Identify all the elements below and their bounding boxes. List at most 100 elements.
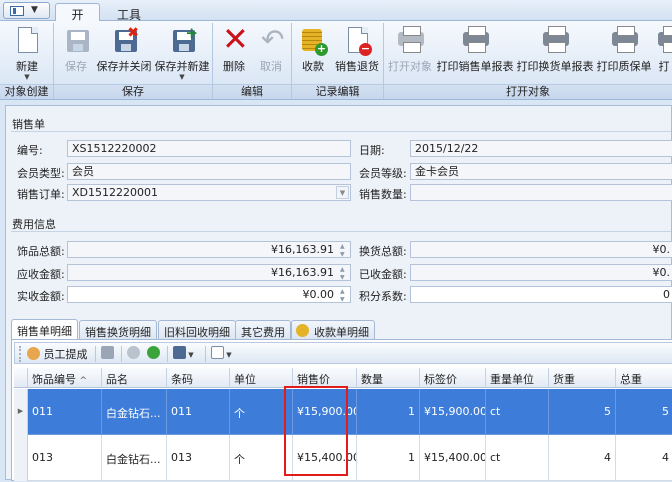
column-header-tag-price[interactable]: 标签价 — [420, 368, 486, 388]
exchange-total-field[interactable]: ¥0. — [410, 241, 672, 258]
tab-home[interactable]: 开始 — [55, 3, 100, 39]
arrow-up-icon — [127, 346, 140, 359]
table-cell[interactable]: 5 — [549, 389, 616, 435]
undo-icon: ↶ — [261, 23, 285, 56]
print-sales-report-button[interactable]: 打印销售单报表 — [436, 25, 514, 79]
column-header-goods-weight[interactable]: 货重 — [549, 368, 616, 388]
tab-receipt-detail-label: 收款单明细 — [314, 326, 369, 339]
jewelry-total-field[interactable]: ¥16,163.91 — [67, 241, 351, 258]
table-cell[interactable]: 011 — [167, 389, 230, 435]
staff-commission-button[interactable]: 员工提成 — [27, 346, 88, 362]
chevron-down-icon: ▼ — [224, 351, 232, 359]
sale-price-highlight-box — [284, 386, 348, 476]
save-button[interactable]: 保存 — [58, 25, 94, 79]
print-preview-button[interactable]: ▼ — [211, 346, 232, 362]
date-field[interactable]: 2015/12/22 — [410, 140, 672, 157]
tab-tools[interactable]: 工具 — [105, 3, 153, 22]
chevron-down-icon[interactable]: ▼ — [336, 186, 349, 199]
table-cell[interactable]: ct — [486, 389, 549, 435]
column-header-item-no[interactable]: 饰品编号 ^ — [28, 368, 102, 388]
table-cell[interactable]: 白金钻石... — [102, 389, 167, 435]
section-title-fees: 费用信息 — [12, 218, 56, 231]
print-exchange-report-button[interactable]: 打印换货单报表 — [516, 25, 594, 79]
spin-arrows-icon[interactable] — [339, 265, 349, 280]
grid-view-button[interactable] — [101, 346, 114, 362]
receivable-label: 应收金额: — [17, 268, 65, 281]
column-header-sale-price[interactable]: 销售价 — [293, 368, 357, 388]
chevron-down-icon: ▼ — [179, 73, 185, 81]
grid-icon — [101, 346, 114, 359]
tab-sales-detail[interactable]: 销售单明细 — [11, 319, 78, 340]
row-indicator-icon — [14, 435, 28, 481]
add-icon: + — [315, 42, 328, 56]
receivable-field[interactable]: ¥16,163.91 — [67, 264, 351, 281]
actual-amount-field[interactable]: ¥0.00 — [67, 286, 351, 303]
tab-other-fees[interactable]: 其它费用 — [235, 320, 291, 339]
table-cell[interactable]: ct — [486, 435, 549, 481]
save-and-close-label: 保存并关闭 — [96, 60, 152, 73]
previous-button[interactable] — [127, 346, 140, 362]
table-cell[interactable]: 5 — [616, 389, 672, 435]
receivable-value: ¥16,163.91 — [271, 266, 334, 279]
column-header-barcode[interactable]: 条码 — [167, 368, 230, 388]
column-header-total-weight[interactable]: 总重 — [616, 368, 672, 388]
sales-return-button[interactable]: − 销售退货 — [332, 25, 382, 79]
sales-order-combo[interactable]: XD1512220001 ▼ — [67, 184, 351, 201]
group-open-object: 打开对象 打印销售单报表 打印换货单报表 打印质保单 打 打开对象 — [384, 23, 672, 99]
column-header-unit[interactable]: 单位 — [230, 368, 293, 388]
print-sales-report-label: 打印销售单报表 — [436, 60, 514, 73]
delete-button[interactable]: ✕ 删除 — [217, 23, 251, 79]
member-level-label: 会员等级: — [359, 167, 407, 180]
next-button[interactable] — [147, 346, 160, 362]
cancel-button[interactable]: ↶ 取消 — [253, 25, 289, 79]
table-cell[interactable]: 013 — [167, 435, 230, 481]
save-layout-button[interactable]: ▼ — [173, 346, 194, 362]
table-cell[interactable]: 4 — [616, 435, 672, 481]
spin-arrows-icon[interactable] — [339, 242, 349, 257]
save-and-close-button[interactable]: ✖ 保存并关闭 — [96, 25, 152, 79]
group-label-create: 对象创建 — [0, 84, 53, 99]
tab-recycle-detail[interactable]: 旧料回收明细 — [158, 320, 236, 339]
points-coefficient-field[interactable]: 0 — [410, 286, 672, 303]
jewelry-total-value: ¥16,163.91 — [271, 243, 334, 256]
chevron-down-icon: ▼ — [186, 351, 194, 359]
sales-qty-field[interactable] — [410, 184, 672, 201]
tab-exchange-detail[interactable]: 销售换货明细 — [79, 320, 157, 339]
tab-receipt-detail[interactable]: 收款单明细 — [291, 320, 375, 339]
table-cell[interactable]: 4 — [549, 435, 616, 481]
table-cell[interactable]: 白金钻石... — [102, 435, 167, 481]
table-cell[interactable]: 011 — [28, 389, 102, 435]
table-cell[interactable]: 1 — [357, 435, 420, 481]
new-button-label: 新建 — [16, 60, 38, 73]
application-menu-button[interactable]: ▼ — [3, 2, 50, 19]
chevron-down-icon: ▼ — [31, 5, 38, 15]
table-cell[interactable]: 1 — [357, 389, 420, 435]
open-object-button[interactable]: 打开对象 — [386, 25, 434, 79]
member-level-field[interactable]: 金卡会员 — [410, 163, 672, 180]
coins-icon — [296, 324, 309, 337]
member-type-field[interactable]: 会员 — [67, 163, 351, 180]
table-cell[interactable]: 013 — [28, 435, 102, 481]
table-cell[interactable]: ¥15,900.00 — [420, 389, 486, 435]
column-header-quantity[interactable]: 数量 — [357, 368, 420, 388]
toolbar-grip — [19, 346, 23, 362]
received-field[interactable]: ¥0. — [410, 264, 672, 281]
column-header-name[interactable]: 品名 — [102, 368, 167, 388]
order-no-field[interactable]: XS1512220002 — [67, 140, 351, 157]
points-coefficient-label: 积分系数: — [359, 290, 407, 303]
print-warranty-button[interactable]: 打印质保单 — [596, 25, 652, 79]
print-more-label: 打 — [658, 60, 670, 73]
received-label: 已收金额: — [359, 268, 407, 281]
new-button[interactable]: 新建 ▼ — [3, 25, 51, 81]
table-cell[interactable]: ¥15,400.00 — [420, 435, 486, 481]
group-record-edit: + 收款 − 销售退货 记录编辑 — [292, 23, 384, 99]
column-header-weight-unit[interactable]: 重量单位 — [486, 368, 549, 388]
arrow-down-icon — [147, 346, 160, 359]
spin-arrows-icon[interactable] — [339, 287, 349, 302]
print-more-button[interactable]: 打 — [656, 25, 672, 79]
date-label: 日期: — [359, 144, 385, 157]
receive-payment-button[interactable]: + 收款 — [296, 25, 330, 79]
actual-amount-value: ¥0.00 — [302, 288, 335, 301]
save-and-new-button[interactable]: + 保存并新建 ▼ — [154, 25, 210, 81]
sales-order-label: 销售订单: — [17, 188, 65, 201]
